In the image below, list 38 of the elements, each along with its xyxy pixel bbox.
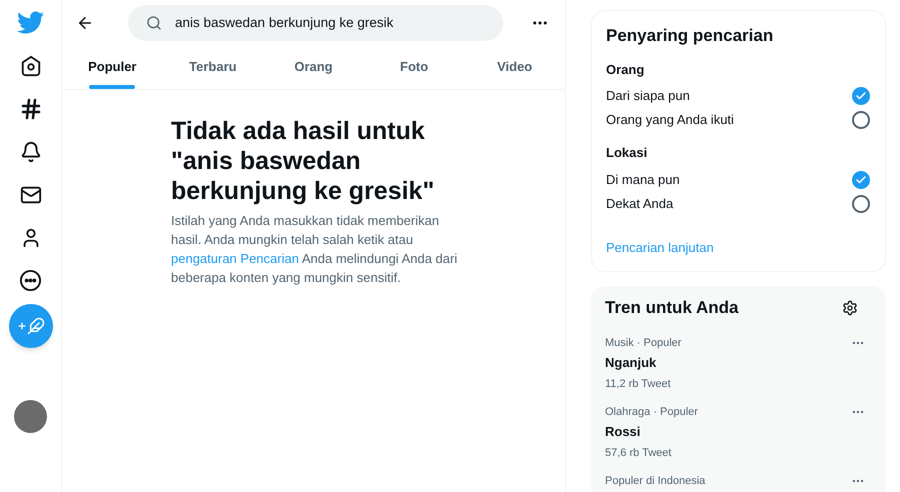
tab[interactable]: Terbaru [162, 45, 264, 89]
filter-option-label: Orang yang Anda ikuti [606, 111, 734, 130]
avatar[interactable] [14, 400, 47, 433]
empty-state-title: Tidak ada hasil untuk "anis baswedan berkunjung ke gresik" [171, 116, 436, 206]
compose-tweet-button[interactable] [8, 304, 52, 348]
trend-context: Musik · Populer [605, 336, 682, 350]
empty-state-text: Istilah yang Anda masukkan tidak memberikan hasil. Anda mungkin telah salah ketik atau pengaturan Pencarian Anda melindungi Anda dari beberapa konten yang mungkin sensitif. [171, 212, 458, 287]
radio-button[interactable] [852, 111, 870, 129]
tweet-count: 11,2 rb Tweet [605, 376, 672, 392]
compose-feather-icon [16, 317, 44, 335]
more-icon[interactable] [19, 269, 42, 292]
tab[interactable]: Foto [364, 45, 464, 89]
tab[interactable]: Video [464, 45, 565, 89]
search-icon [146, 14, 162, 30]
search-field[interactable]: anis baswedan berkunjung ke gresik [128, 4, 503, 40]
card-title: Tren untuk Anda [605, 297, 738, 319]
filter-option-label: Dekat Anda [606, 194, 674, 213]
filter-option-label: Dari siapa pun [606, 87, 690, 106]
radio-button[interactable] [852, 87, 870, 105]
trend-context: Olahraga · Populer [605, 404, 698, 420]
check-icon [855, 90, 867, 102]
tab[interactable]: Orang [263, 45, 364, 89]
filter-group-label: Lokasi [606, 144, 648, 162]
trend-name: Nganjuk [605, 354, 658, 372]
filter-group-label: Orang [606, 60, 646, 79]
tab[interactable]: Populer [62, 45, 163, 89]
filter-option-label: Di mana pun [606, 170, 680, 189]
settings-icon[interactable] [842, 300, 858, 316]
check-icon [855, 174, 867, 186]
bird-logo-icon[interactable] [17, 9, 44, 36]
notifications-icon[interactable] [20, 140, 42, 162]
trend-context: Populer di Indonesia [605, 474, 706, 488]
trend-name: Rossi [605, 423, 642, 441]
radio-button[interactable] [852, 170, 870, 188]
home-icon[interactable] [20, 54, 42, 76]
card-title: Penyaring pencarian [606, 25, 774, 47]
radio-button[interactable] [852, 194, 870, 212]
tweet-count: 57,6 rb Tweet [605, 446, 672, 460]
